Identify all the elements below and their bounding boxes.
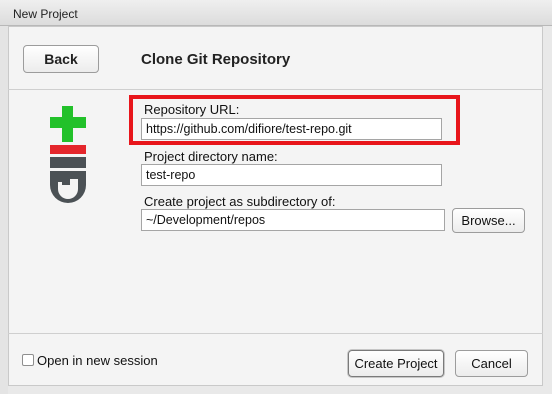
header-divider [8, 89, 543, 90]
create-project-button[interactable]: Create Project [348, 350, 444, 377]
window-title: New Project [13, 7, 78, 21]
back-button[interactable]: Back [23, 45, 99, 73]
browse-button[interactable]: Browse... [452, 208, 525, 233]
left-edge [0, 26, 8, 394]
new-session-label: Open in new session [37, 353, 158, 368]
new-session-checkbox[interactable] [22, 354, 34, 366]
footer-divider [8, 333, 543, 334]
dir-name-label: Project directory name: [144, 149, 278, 164]
subdir-input[interactable] [141, 209, 445, 231]
dir-name-input[interactable] [141, 164, 442, 186]
highlight-box [129, 95, 460, 145]
git-logo-icon [50, 106, 86, 203]
cancel-button[interactable]: Cancel [455, 350, 528, 377]
subdir-label: Create project as subdirectory of: [144, 194, 336, 209]
window-titlebar: New Project [0, 0, 552, 26]
page-title: Clone Git Repository [141, 51, 291, 68]
